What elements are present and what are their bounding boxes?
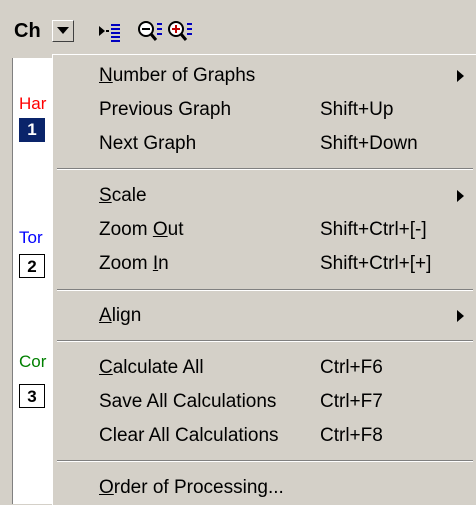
menu-item-shortcut: Shift+Up: [320, 99, 394, 120]
menu-separator: [57, 168, 473, 170]
trace-name: Har: [19, 94, 47, 113]
menu-item-label: Previous Graph: [99, 99, 232, 120]
trace-number-badge[interactable]: 3: [19, 384, 45, 408]
menu-item-label: Order of Processing...: [99, 477, 284, 498]
menu-item-save-all-calculations[interactable]: Save All Calculations Ctrl+F7: [53, 385, 476, 419]
menu-item-zoom-in[interactable]: Zoom In Shift+Ctrl+[+]: [53, 247, 476, 281]
menu-item-scale[interactable]: Scale: [53, 179, 476, 213]
menu-item-shortcut: Shift+Ctrl+[-]: [320, 219, 427, 240]
trace-name: Tor: [19, 228, 43, 247]
menu-item-previous-graph[interactable]: Previous Graph Shift+Up: [53, 93, 476, 127]
zoom-in-icon[interactable]: [166, 20, 194, 44]
menu-item-clear-all-calculations[interactable]: Clear All Calculations Ctrl+F8: [53, 419, 476, 453]
menu-item-number-of-graphs[interactable]: Number of Graphs: [53, 59, 476, 93]
channel-dropdown-button[interactable]: [52, 20, 74, 42]
menu-item-shortcut: Shift+Down: [320, 133, 418, 154]
menu-item-shortcut: Ctrl+F6: [320, 357, 383, 378]
menu-separator: [57, 289, 473, 291]
menu-item-shortcut: Shift+Ctrl+[+]: [320, 253, 432, 274]
menu-item-label: Number of Graphs: [99, 65, 256, 86]
expand-list-icon[interactable]: [96, 20, 124, 44]
trace-number-badge[interactable]: 1: [19, 118, 45, 142]
chart-menu: Number of Graphs Previous Graph Shift+Up…: [52, 54, 476, 505]
menu-item-label: Zoom Out: [99, 219, 184, 240]
menu-item-label: Save All Calculations: [99, 391, 277, 412]
menu-separator: [57, 340, 473, 342]
menu-item-align[interactable]: Align: [53, 299, 476, 333]
submenu-arrow-icon: [457, 190, 464, 202]
menu-item-label: Scale: [99, 185, 147, 206]
submenu-arrow-icon: [457, 310, 464, 322]
menu-item-label: Clear All Calculations: [99, 425, 279, 446]
trace-name: Cor: [19, 352, 47, 371]
menu-item-next-graph[interactable]: Next Graph Shift+Down: [53, 127, 476, 161]
menu-item-label: Zoom In: [99, 253, 169, 274]
menu-item-shortcut: Ctrl+F8: [320, 425, 383, 446]
menu-item-label: Align: [99, 305, 142, 326]
toolbar: Ch: [0, 0, 476, 52]
menu-separator: [57, 460, 473, 462]
menu-item-order-of-processing[interactable]: Order of Processing...: [53, 471, 476, 505]
channel-label: Ch: [14, 20, 41, 42]
chevron-down-icon: [57, 27, 69, 34]
submenu-arrow-icon: [457, 70, 464, 82]
menu-item-shortcut: Ctrl+F7: [320, 391, 383, 412]
trace-number-badge[interactable]: 2: [19, 254, 45, 278]
zoom-out-icon[interactable]: [136, 20, 164, 44]
menu-item-label: Next Graph: [99, 133, 197, 154]
menu-item-zoom-out[interactable]: Zoom Out Shift+Ctrl+[-]: [53, 213, 476, 247]
menu-item-calculate-all[interactable]: Calculate All Ctrl+F6: [53, 351, 476, 385]
menu-item-label: Calculate All: [99, 357, 204, 378]
